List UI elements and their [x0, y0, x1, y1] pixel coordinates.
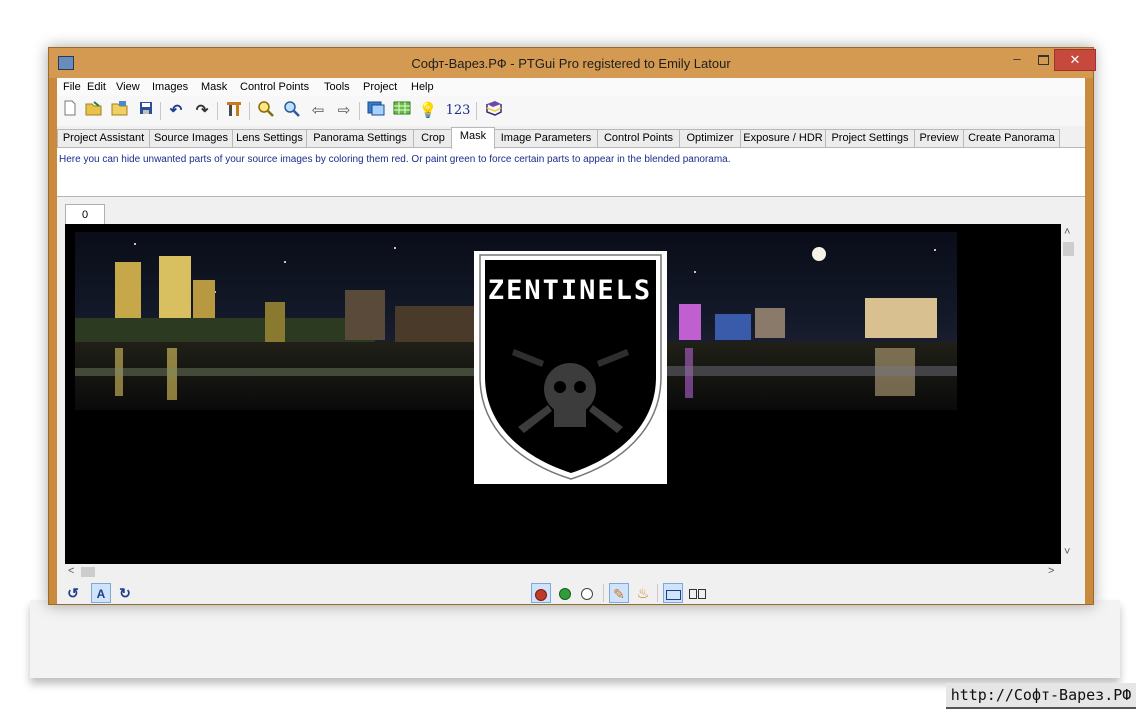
clear-mask-button[interactable] [577, 583, 597, 603]
dual-view-icon-left [688, 589, 697, 600]
mask-instructions: Here you can hide unwanted parts of your… [59, 154, 731, 165]
menu-mask[interactable]: Mask [201, 81, 227, 93]
scroll-left-icon[interactable]: < [68, 565, 74, 577]
red-circle-icon [535, 589, 547, 602]
tab-lens-settings[interactable]: Lens Settings [232, 129, 307, 147]
green-mask-button[interactable] [555, 583, 575, 603]
forward-icon[interactable]: ⇨ [333, 100, 355, 122]
tab-source-images[interactable]: Source Images [149, 129, 233, 147]
dual-view-button[interactable] [687, 583, 707, 603]
info-area: Here you can hide unwanted parts of your… [57, 148, 1085, 197]
scroll-down-icon[interactable]: ˅ [1064, 546, 1070, 558]
minimize-button[interactable]: – [1004, 49, 1030, 69]
vertical-scrollbar[interactable]: ˄ ˅ [1061, 224, 1077, 564]
rotate-right-icon[interactable]: ↻ [115, 583, 135, 603]
panorama-editor-icon[interactable] [365, 100, 387, 122]
tab-panorama-settings[interactable]: Panorama Settings [306, 129, 414, 147]
maximize-icon [1037, 54, 1049, 65]
image-tab-0[interactable]: 0 [65, 204, 105, 225]
tab-preview[interactable]: Preview [914, 129, 964, 147]
open-project-icon[interactable] [83, 100, 105, 122]
window-title: Софт-Варез.РФ - PTGui Pro registered to … [411, 56, 731, 71]
tips-icon[interactable]: 💡 [417, 100, 439, 122]
menu-file[interactable]: File [63, 81, 81, 93]
help-book-icon[interactable] [483, 100, 505, 122]
zoom-out-icon[interactable] [281, 100, 303, 122]
redo-icon[interactable]: ↷ [191, 100, 213, 122]
zoom-in-icon[interactable] [255, 100, 277, 122]
horizontal-scroll-thumb[interactable] [81, 567, 95, 577]
menu-help[interactable]: Help [411, 81, 434, 93]
tab-project-settings[interactable]: Project Settings [825, 129, 915, 147]
load-images-icon[interactable] [109, 100, 131, 122]
tab-create-panorama[interactable]: Create Panorama [963, 129, 1060, 147]
menu-tools[interactable]: Tools [324, 81, 350, 93]
control-point-table-icon[interactable] [391, 100, 413, 122]
zentinels-logo: ZENTINELS [474, 251, 667, 484]
tab-optimizer[interactable]: Optimizer [679, 129, 741, 147]
logo-text: ZENTINELS [488, 275, 652, 306]
menu-edit[interactable]: Edit [87, 81, 106, 93]
single-view-button[interactable] [663, 583, 683, 603]
mask-canvas[interactable]: ZENTINELS [65, 224, 1061, 564]
title-bar[interactable]: Софт-Варез.РФ - PTGui Pro registered to … [49, 48, 1096, 78]
red-mask-button[interactable] [531, 583, 551, 603]
rotate-left-icon[interactable]: ↺ [63, 583, 83, 603]
vertical-scroll-thumb[interactable] [1063, 242, 1074, 256]
green-circle-icon [559, 588, 571, 601]
tab-crop[interactable]: Crop [413, 129, 453, 147]
new-project-icon[interactable] [59, 100, 81, 122]
close-button[interactable]: ✕ [1054, 49, 1096, 71]
menu-view[interactable]: View [116, 81, 140, 93]
main-toolbar: ↶ ↷ ⇦ ⇨ 💡 123 [57, 96, 1085, 126]
scroll-right-icon[interactable]: > [1048, 565, 1054, 577]
brush-tool-button[interactable]: ✎ [609, 583, 629, 603]
clear-circle-icon [581, 588, 593, 601]
scroll-up-icon[interactable]: ˄ [1064, 226, 1070, 238]
align-images-icon[interactable] [223, 100, 245, 122]
dual-view-icon-right [697, 589, 706, 600]
image-tab-row: 0 [57, 197, 1085, 225]
save-icon[interactable] [135, 100, 157, 122]
back-icon[interactable]: ⇦ [307, 100, 329, 122]
menu-bar: File Edit View Images Mask Control Point… [57, 78, 1085, 96]
fill-tool-icon[interactable]: ♨ [633, 583, 653, 603]
client-area: File Edit View Images Mask Control Point… [57, 78, 1085, 604]
menu-control-points[interactable]: Control Points [240, 81, 309, 93]
tab-image-parameters[interactable]: Image Parameters [494, 129, 598, 147]
menu-project[interactable]: Project [363, 81, 397, 93]
horizontal-scrollbar[interactable]: < > [65, 564, 1061, 580]
tab-mask[interactable]: Mask [451, 127, 495, 149]
undo-icon[interactable]: ↶ [165, 100, 187, 122]
single-view-icon [665, 590, 681, 601]
numbering-icon[interactable]: 123 [443, 100, 473, 122]
watermark: http://Софт-Варез.РФ [946, 683, 1136, 709]
tab-exposure-hdr[interactable]: Exposure / HDR [740, 129, 826, 147]
tab-project-assistant[interactable]: Project Assistant [57, 129, 150, 147]
tab-bar: Project Assistant Source Images Lens Set… [57, 127, 1085, 149]
background-shadow-band [30, 600, 1120, 678]
mask-toolbar: ↺ A ↻ ✎ ♨ [57, 580, 1085, 604]
auto-mask-button[interactable]: A [91, 583, 111, 603]
maximize-button[interactable] [1030, 49, 1056, 69]
app-window: Софт-Варез.РФ - PTGui Pro registered to … [48, 47, 1096, 605]
tab-control-points[interactable]: Control Points [597, 129, 680, 147]
menu-images[interactable]: Images [152, 81, 188, 93]
